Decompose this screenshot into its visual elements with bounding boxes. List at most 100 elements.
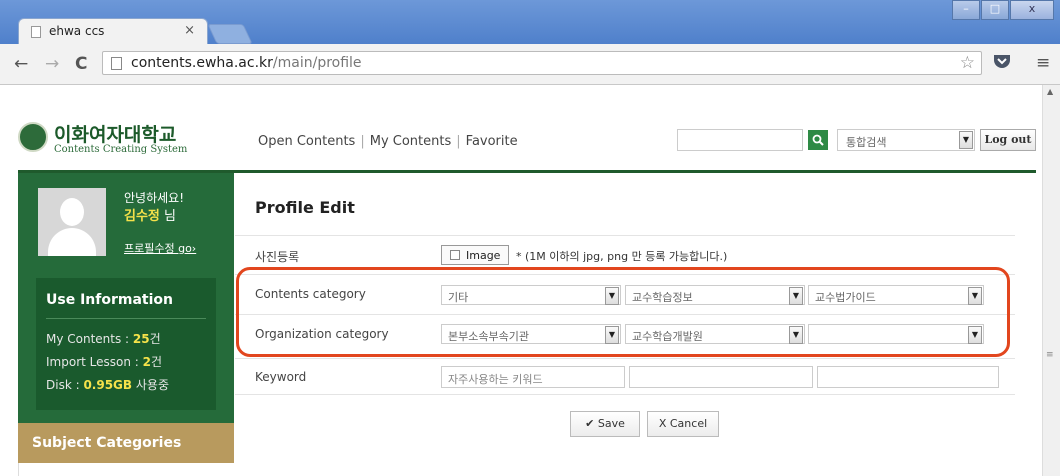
divider <box>235 274 1015 275</box>
organization-category-select-3[interactable]: ▼ <box>808 324 984 344</box>
select-value: 본부소속부속기관 <box>448 330 529 343</box>
use-information-box: Use Information My Contents : 25건 Import… <box>36 278 216 410</box>
menu-open-contents[interactable]: Open Contents <box>258 134 355 149</box>
organization-category-label: Organization category <box>255 327 389 341</box>
disk-label: Disk : <box>46 378 84 392</box>
browser-titlebar: ehwa ccs × – □ x <box>0 0 1060 44</box>
minimize-button[interactable]: – <box>952 0 980 20</box>
divider <box>235 358 1015 359</box>
profile-edit-link[interactable]: 프로필수정 go› <box>124 240 196 256</box>
maximize-button[interactable]: □ <box>981 0 1009 20</box>
vertical-scrollbar[interactable]: ▲ ≡ <box>1042 85 1060 476</box>
search-input[interactable] <box>677 129 803 151</box>
url-text: contents.ewha.ac.kr/main/profile <box>131 55 362 71</box>
organization-category-select-2[interactable]: 교수학습개발원 ▼ <box>625 324 805 344</box>
disk-unit: 사용중 <box>132 378 169 392</box>
import-lesson-unit: 건 <box>150 355 163 369</box>
subject-categories-list <box>18 463 234 476</box>
chevron-down-icon: ▼ <box>789 326 803 344</box>
logo-subtitle: Contents Creating System <box>54 144 188 155</box>
select-value: 교수법가이드 <box>815 291 876 304</box>
keyword-label: Keyword <box>255 370 307 384</box>
url-domain: contents.ewha.ac.kr <box>131 55 273 71</box>
greeting-text: 안녕하세요! <box>124 191 185 205</box>
top-menu: Open Contents | My Contents | Favorite <box>258 134 518 149</box>
my-contents-value: 25 <box>132 332 150 346</box>
divider <box>235 314 1015 315</box>
window-controls: – □ x <box>951 0 1054 20</box>
divider <box>235 235 1015 236</box>
divider <box>235 394 1015 395</box>
cancel-button[interactable]: X Cancel <box>647 411 719 437</box>
search-scope-value: 통합검색 <box>846 136 887 149</box>
browser-toolbar: ← → C contents.ewha.ac.kr/main/profile ☆… <box>0 44 1060 85</box>
organization-category-select-1[interactable]: 본부소속부속기관 ▼ <box>441 324 621 344</box>
chevron-down-icon: ▼ <box>605 326 619 344</box>
contents-category-label: Contents category <box>255 287 366 301</box>
menu-favorite[interactable]: Favorite <box>466 134 518 149</box>
user-name-value: 김수정 <box>124 209 160 224</box>
contents-category-select-3[interactable]: 교수법가이드 ▼ <box>808 285 984 305</box>
address-bar[interactable]: contents.ewha.ac.kr/main/profile ☆ <box>102 51 982 75</box>
my-contents-label: My Contents : <box>46 332 133 346</box>
pocket-icon[interactable] <box>993 53 1011 74</box>
browser-tab[interactable]: ehwa ccs × <box>18 18 208 44</box>
tab-title: ehwa ccs <box>49 24 105 38</box>
chevron-down-icon: ▼ <box>959 131 973 149</box>
contents-category-select-1[interactable]: 기타 ▼ <box>441 285 621 305</box>
new-tab-button[interactable] <box>207 24 253 44</box>
chevron-down-icon: ▼ <box>968 287 982 305</box>
photo-label: 사진등록 <box>255 250 300 264</box>
tab-close-icon[interactable]: × <box>184 23 195 38</box>
keyword-input-2[interactable] <box>629 366 813 388</box>
save-label: Save <box>597 417 625 430</box>
search-button[interactable] <box>808 130 828 150</box>
logo-name: 이화여자대학교 <box>54 124 177 146</box>
avatar <box>38 188 106 256</box>
keyword-placeholder: 자주사용하는 키워드 <box>448 373 543 386</box>
avatar-head <box>60 198 84 226</box>
scroll-up-icon[interactable]: ▲ <box>1047 87 1053 96</box>
url-path: /main/profile <box>272 55 362 71</box>
search-icon <box>812 134 824 146</box>
image-button-label: Image <box>466 249 501 262</box>
import-lesson-value: 2 <box>142 355 151 369</box>
subject-categories-label: Subject Categories <box>32 435 182 451</box>
avatar-body <box>48 228 96 256</box>
close-window-button[interactable]: x <box>1010 0 1054 20</box>
reload-icon[interactable]: C <box>75 54 87 74</box>
import-lesson-label: Import Lesson : <box>46 355 143 369</box>
import-lesson-stat: Import Lesson : 2건 <box>46 353 162 370</box>
my-contents-stat: My Contents : 25건 <box>46 330 161 347</box>
page-icon <box>31 26 41 38</box>
forward-icon[interactable]: → <box>45 54 59 74</box>
chevron-down-icon: ▼ <box>605 287 619 305</box>
menu-separator: | <box>456 134 461 149</box>
image-upload-button[interactable]: Image <box>441 245 509 265</box>
image-note: * (1M 이하의 jpg, png 만 등록 가능합니다.) <box>516 250 728 263</box>
page-icon <box>111 57 122 70</box>
back-icon[interactable]: ← <box>14 54 28 74</box>
logout-button[interactable]: Log out <box>980 129 1036 151</box>
user-suffix: 님 <box>164 209 176 224</box>
save-button[interactable]: ✔ Save <box>570 411 640 437</box>
menu-separator: | <box>360 134 365 149</box>
scroll-grip-icon[interactable]: ≡ <box>1046 350 1054 360</box>
keyword-input-3[interactable] <box>817 366 999 388</box>
disk-usage-stat: Disk : 0.95GB 사용중 <box>46 376 169 393</box>
use-information-title: Use Information <box>46 292 173 308</box>
select-value: 교수학습개발원 <box>632 330 703 343</box>
chevron-down-icon: ▼ <box>968 326 982 344</box>
image-checkbox[interactable] <box>450 250 460 260</box>
bookmark-star-icon[interactable]: ☆ <box>960 53 975 73</box>
user-name: 김수정 님 <box>124 205 176 224</box>
search-scope-select[interactable]: 통합검색 ▼ <box>837 129 975 151</box>
subject-categories-header[interactable]: Subject Categories <box>18 423 234 463</box>
disk-value: 0.95GB <box>83 378 133 392</box>
contents-category-select-2[interactable]: 교수학습정보 ▼ <box>625 285 805 305</box>
chrome-menu-icon[interactable]: ≡ <box>1036 53 1050 73</box>
select-value: 기타 <box>448 291 469 304</box>
keyword-input-1[interactable]: 자주사용하는 키워드 <box>441 366 625 388</box>
page-title: Profile Edit <box>255 198 355 217</box>
menu-my-contents[interactable]: My Contents <box>370 134 452 149</box>
